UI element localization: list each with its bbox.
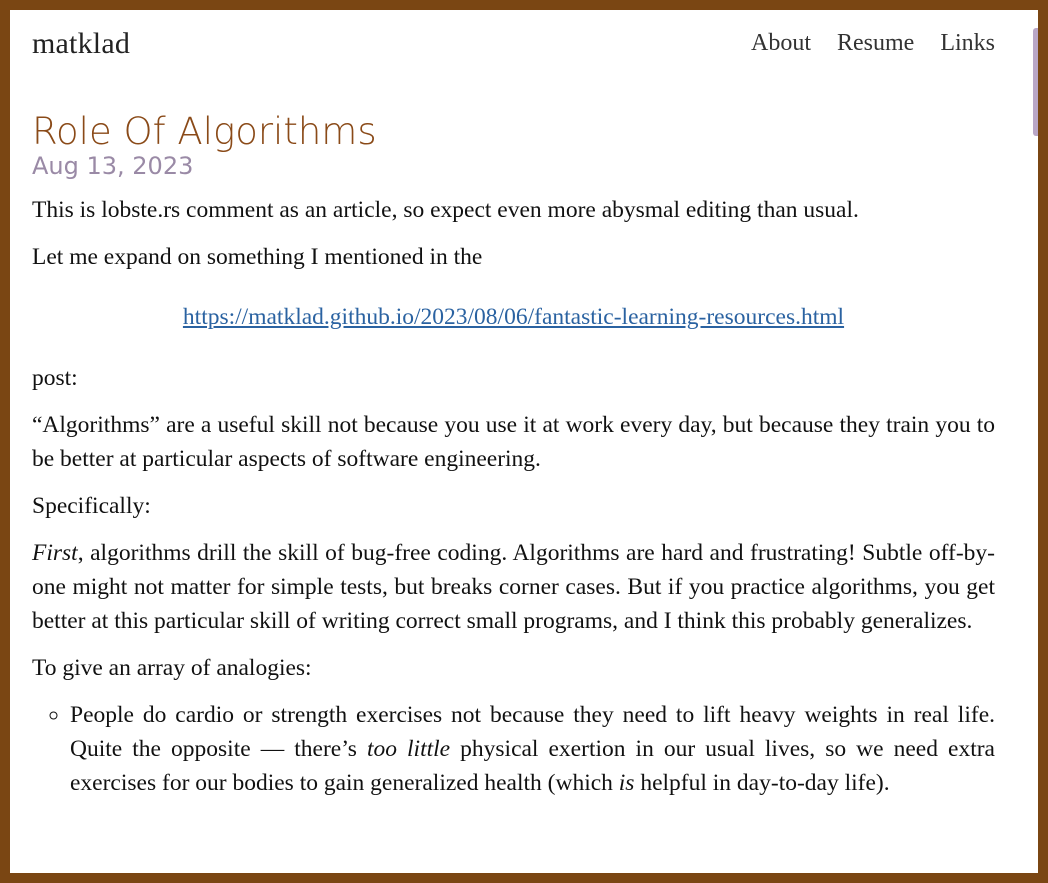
site-header: matklad About Resume Links <box>32 25 995 65</box>
emphasis-too-little: too little <box>366 735 451 762</box>
paragraph-first-text: , algorithms drill the skill of bug-free… <box>32 539 995 634</box>
scrollbar-thumb[interactable] <box>1033 28 1038 136</box>
paragraph-post: post: <box>32 364 78 391</box>
link-paragraph: https://matklad.github.io/2023/08/06/fan… <box>32 300 995 334</box>
emphasis-first: First <box>32 539 78 566</box>
nav-about-link[interactable]: About <box>751 30 811 57</box>
article: Role Of Algorithms Aug 13, 2023 This is … <box>32 110 995 800</box>
list-item-text-c: helpful in day-to-day life). <box>634 769 890 796</box>
site-title-link[interactable]: matklad <box>32 27 130 61</box>
article-body: This is lobste.rs comment as an article,… <box>32 193 995 800</box>
paragraph-intro: This is lobste.rs comment as an article,… <box>32 196 859 223</box>
paragraph-specifically: Specifically: <box>32 492 151 519</box>
article-date: Aug 13, 2023 <box>32 152 194 181</box>
main-nav: About Resume Links <box>751 30 995 57</box>
page-frame: matklad About Resume Links Role Of Algor… <box>10 10 1038 873</box>
learning-resources-link[interactable]: https://matklad.github.io/2023/08/06/fan… <box>183 304 844 330</box>
nav-links-link[interactable]: Links <box>940 30 995 57</box>
paragraph-algorithms-useful: “Algorithms” are a useful skill not beca… <box>32 411 995 472</box>
paragraph-analogies: To give an array of analogies: <box>32 654 312 681</box>
article-title: Role Of Algorithms <box>32 110 377 153</box>
nav-resume-link[interactable]: Resume <box>837 30 914 57</box>
paragraph-first: First, algorithms drill the skill of bug… <box>32 536 995 638</box>
analogies-list: People do cardio or strength exercises n… <box>32 698 995 800</box>
list-item: People do cardio or strength exercises n… <box>70 698 995 800</box>
emphasis-is: is <box>618 769 635 796</box>
paragraph-expand: Let me expand on something I mentioned i… <box>32 243 483 270</box>
